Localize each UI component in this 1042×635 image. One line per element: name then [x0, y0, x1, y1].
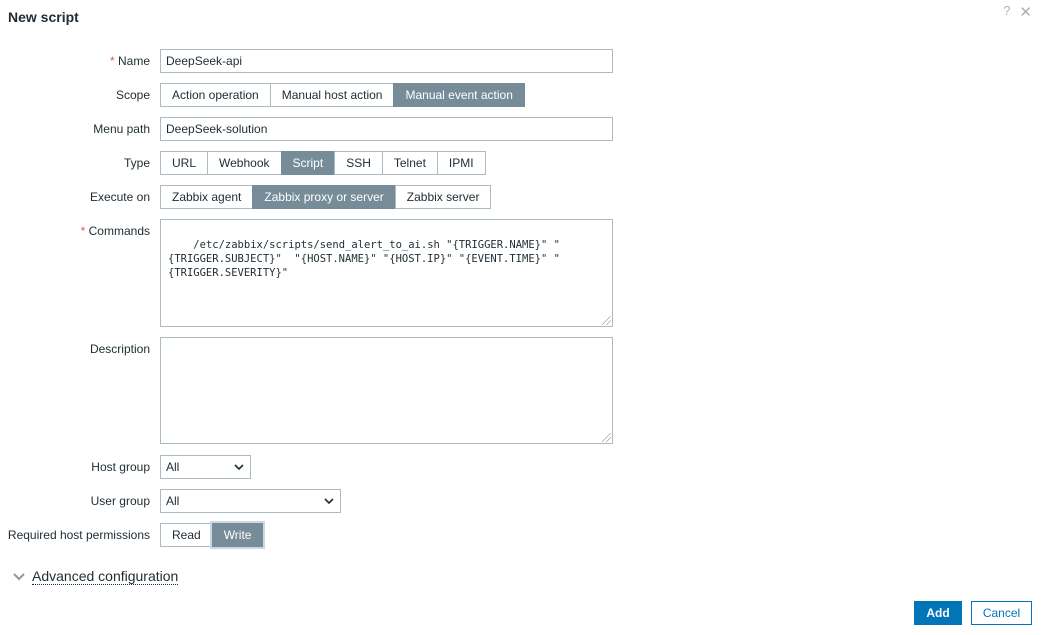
permissions-segmented: Read Write [160, 523, 264, 547]
scope-option-action-operation[interactable]: Action operation [160, 83, 271, 107]
execute-on-option-agent[interactable]: Zabbix agent [160, 185, 254, 209]
user-group-label: User group [90, 494, 150, 508]
commands-label: Commands [81, 224, 150, 238]
execute-on-segmented: Zabbix agent Zabbix proxy or server Zabb… [160, 185, 492, 209]
host-group-value: All [166, 460, 180, 474]
close-icon[interactable]: ✕ [1019, 3, 1032, 21]
user-group-value: All [166, 494, 180, 508]
advanced-configuration-label: Advanced configuration [32, 568, 179, 585]
description-textarea[interactable] [160, 337, 613, 444]
type-option-telnet[interactable]: Telnet [381, 151, 438, 175]
permission-option-read[interactable]: Read [160, 523, 213, 547]
execute-on-option-server[interactable]: Zabbix server [394, 185, 492, 209]
execute-on-label: Execute on [89, 190, 150, 204]
name-input[interactable]: DeepSeek-api [160, 49, 613, 73]
commands-textarea[interactable]: /etc/zabbix/scripts/send_alert_to_ai.sh … [160, 219, 613, 327]
scope-segmented: Action operation Manual host action Manu… [160, 83, 525, 107]
type-segmented: URL Webhook Script SSH Telnet IPMI [160, 151, 486, 175]
resize-grip-icon[interactable] [602, 433, 611, 442]
menu-path-input[interactable]: DeepSeek-solution [160, 117, 613, 141]
chevron-down-icon [324, 498, 334, 505]
type-option-script[interactable]: Script [280, 151, 336, 175]
required-host-permissions-label: Required host permissions [7, 528, 150, 542]
type-option-url[interactable]: URL [160, 151, 209, 175]
permission-option-write[interactable]: Write [211, 523, 264, 547]
chevron-down-icon [234, 464, 244, 471]
scope-option-manual-event-action[interactable]: Manual event action [393, 83, 525, 107]
name-label: Name [110, 54, 150, 68]
cancel-button[interactable]: Cancel [971, 601, 1032, 625]
dialog-header-icons: ? ✕ [1003, 3, 1032, 21]
type-option-ssh[interactable]: SSH [334, 151, 383, 175]
dialog-title: New script [8, 9, 79, 25]
host-group-label: Host group [91, 460, 150, 474]
scope-option-manual-host-action[interactable]: Manual host action [269, 83, 395, 107]
host-group-select[interactable]: All [160, 455, 251, 479]
add-button[interactable]: Add [914, 601, 962, 625]
menu-path-label: Menu path [93, 122, 150, 136]
help-icon[interactable]: ? [1003, 3, 1010, 21]
user-group-select[interactable]: All [160, 489, 341, 513]
type-label: Type [123, 156, 150, 170]
commands-text: /etc/zabbix/scripts/send_alert_to_ai.sh … [168, 239, 560, 279]
type-option-ipmi[interactable]: IPMI [436, 151, 486, 175]
chevron-down-icon [13, 572, 25, 580]
type-option-webhook[interactable]: Webhook [207, 151, 282, 175]
execute-on-option-proxy-or-server[interactable]: Zabbix proxy or server [252, 185, 396, 209]
advanced-configuration-toggle[interactable]: Advanced configuration [12, 568, 179, 585]
resize-grip-icon[interactable] [602, 316, 611, 325]
description-label: Description [89, 342, 150, 356]
scope-label: Scope [115, 88, 150, 102]
